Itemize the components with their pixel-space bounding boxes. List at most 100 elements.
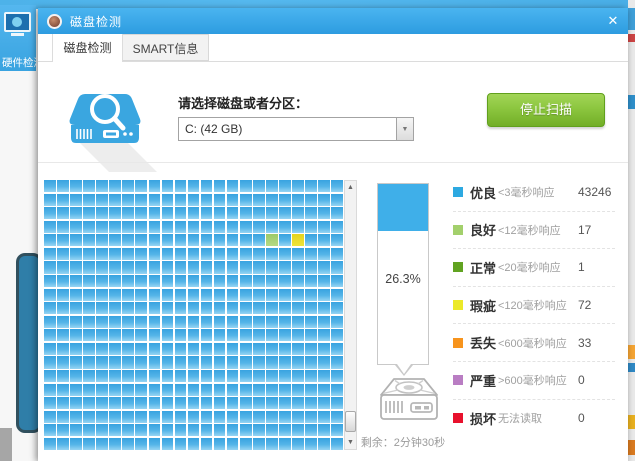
disk-block bbox=[109, 343, 121, 355]
disk-block bbox=[318, 316, 330, 328]
disk-select[interactable]: C: (42 GB) ▼ bbox=[178, 117, 414, 141]
disk-block bbox=[175, 424, 187, 436]
disk-block bbox=[135, 356, 147, 368]
disk-block bbox=[188, 343, 200, 355]
disk-block bbox=[227, 302, 239, 314]
disk-block bbox=[240, 397, 252, 409]
disk-block bbox=[57, 248, 69, 260]
toolbar-item-hardware[interactable]: 硬件检测 bbox=[0, 5, 36, 71]
disk-block bbox=[201, 289, 213, 301]
disk-block bbox=[57, 397, 69, 409]
disk-block bbox=[253, 384, 265, 396]
disk-block bbox=[331, 424, 343, 436]
grid-scrollbar[interactable]: ▲ ▼ bbox=[344, 180, 357, 450]
legend-count: 1 bbox=[578, 260, 585, 274]
disk-block bbox=[305, 411, 317, 423]
disk-block bbox=[266, 343, 278, 355]
disk-block bbox=[44, 329, 56, 341]
disk-block bbox=[109, 234, 121, 246]
titlebar[interactable]: 磁盘检测 ✕ bbox=[38, 8, 628, 34]
disk-block bbox=[227, 343, 239, 355]
disk-block bbox=[331, 302, 343, 314]
legend-swatch bbox=[453, 187, 463, 197]
progress-bar: 26.3% bbox=[377, 183, 429, 365]
disk-block bbox=[318, 234, 330, 246]
disk-block bbox=[149, 438, 161, 450]
disk-block bbox=[135, 261, 147, 273]
disk-block bbox=[122, 384, 134, 396]
legend-name: 优良 bbox=[470, 183, 498, 202]
disk-block bbox=[305, 424, 317, 436]
disk-block bbox=[149, 343, 161, 355]
disk-block bbox=[149, 289, 161, 301]
disk-block bbox=[70, 207, 82, 219]
disk-block bbox=[188, 248, 200, 260]
disk-block bbox=[318, 302, 330, 314]
legend-desc: <600毫秒响应 bbox=[498, 335, 578, 351]
stop-scan-button[interactable]: 停止扫描 bbox=[487, 93, 605, 127]
disk-block bbox=[318, 424, 330, 436]
disk-block bbox=[227, 397, 239, 409]
close-icon[interactable]: ✕ bbox=[604, 12, 622, 30]
disk-block bbox=[109, 424, 121, 436]
disk-block bbox=[44, 194, 56, 206]
chevron-down-icon[interactable]: ▼ bbox=[396, 118, 413, 140]
disk-block bbox=[109, 316, 121, 328]
time-remaining: 剩余：2分钟30秒 bbox=[355, 434, 451, 450]
disk-block bbox=[83, 329, 95, 341]
disk-block bbox=[188, 411, 200, 423]
disk-block bbox=[83, 234, 95, 246]
disk-block bbox=[122, 261, 134, 273]
scrollbar-thumb[interactable] bbox=[345, 411, 356, 432]
disk-block bbox=[292, 438, 304, 450]
disk-block bbox=[318, 207, 330, 219]
disk-block bbox=[135, 316, 147, 328]
disk-block bbox=[292, 356, 304, 368]
disk-block bbox=[175, 384, 187, 396]
disk-block bbox=[253, 234, 265, 246]
disk-block bbox=[96, 289, 108, 301]
legend-row: 损坏无法读取0 bbox=[453, 400, 615, 438]
disk-block bbox=[240, 316, 252, 328]
disk-block bbox=[109, 194, 121, 206]
disk-block bbox=[96, 424, 108, 436]
tab-smart-info[interactable]: SMART信息 bbox=[123, 34, 209, 61]
disk-block bbox=[266, 248, 278, 260]
disk-block bbox=[292, 180, 304, 192]
disk-block bbox=[175, 194, 187, 206]
disk-block bbox=[83, 438, 95, 450]
disk-block bbox=[57, 261, 69, 273]
disk-block bbox=[305, 180, 317, 192]
disk-block bbox=[135, 302, 147, 314]
disk-block bbox=[201, 356, 213, 368]
disk-block bbox=[162, 248, 174, 260]
disk-block bbox=[57, 234, 69, 246]
disk-block bbox=[227, 356, 239, 368]
disk-block bbox=[188, 234, 200, 246]
disk-block bbox=[214, 356, 226, 368]
scroll-up-icon[interactable]: ▲ bbox=[345, 181, 356, 194]
disk-block bbox=[292, 289, 304, 301]
disk-block bbox=[96, 261, 108, 273]
disk-block bbox=[292, 316, 304, 328]
disk-block bbox=[70, 411, 82, 423]
legend-name: 良好 bbox=[470, 220, 498, 239]
disk-block bbox=[57, 424, 69, 436]
screen: 硬件检测 磁盘检测 ✕ 磁盘检测 SMART信息 bbox=[0, 0, 635, 461]
disk-block bbox=[57, 329, 69, 341]
disk-block bbox=[175, 316, 187, 328]
disk-block bbox=[57, 343, 69, 355]
disk-block bbox=[331, 370, 343, 382]
disk-block bbox=[305, 343, 317, 355]
disk-block bbox=[201, 302, 213, 314]
disk-block bbox=[279, 370, 291, 382]
disk-block bbox=[279, 411, 291, 423]
legend-swatch bbox=[453, 338, 463, 348]
disk-block bbox=[175, 411, 187, 423]
disk-block bbox=[331, 221, 343, 233]
disk-block bbox=[331, 356, 343, 368]
disk-block bbox=[70, 370, 82, 382]
disk-block bbox=[135, 343, 147, 355]
monitor-stand-icon bbox=[11, 33, 24, 36]
tab-disk-check[interactable]: 磁盘检测 bbox=[52, 34, 123, 62]
